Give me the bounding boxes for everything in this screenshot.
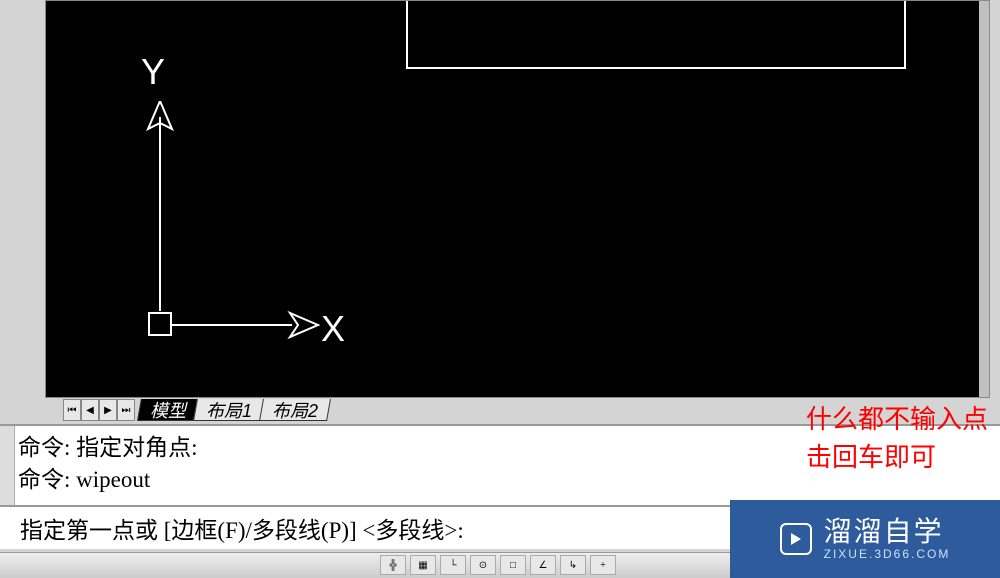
drawing-canvas[interactable]: Y X <box>45 0 990 398</box>
tab-layout2[interactable]: 布局2 <box>259 399 331 421</box>
status-grid-icon[interactable]: ▦ <box>410 555 436 575</box>
watermark-text: 溜溜自学 ZIXUE.3D66.COM <box>824 517 951 561</box>
tab-prev-button[interactable]: ◀ <box>81 399 99 421</box>
status-otrack-icon[interactable]: ∠ <box>530 555 556 575</box>
y-axis-arrowhead <box>140 101 180 131</box>
command-prefix: 命令: <box>18 435 70 460</box>
y-axis-label: Y <box>141 51 165 93</box>
status-icons-group: ╬ ▦ └ ⊙ □ ∠ ↳ + <box>380 555 616 575</box>
tab-nav-group: ⏮ ◀ ▶ ⏭ <box>63 399 135 421</box>
tab-layout2-label: 布局2 <box>272 397 318 423</box>
status-ducs-icon[interactable]: ↳ <box>560 555 586 575</box>
command-history-line: 命令: wipeout <box>18 464 990 496</box>
command-text: 指定对角点: <box>76 435 197 460</box>
tab-layout1-label: 布局1 <box>206 397 252 423</box>
tab-model-label: 模型 <box>150 397 186 423</box>
status-dyn-icon[interactable]: + <box>590 555 616 575</box>
status-osnap-icon[interactable]: □ <box>500 555 526 575</box>
x-axis-arrowhead <box>286 305 320 345</box>
y-axis-line <box>159 117 161 311</box>
watermark-play-icon <box>780 523 812 555</box>
status-bar: ╬ ▦ └ ⊙ □ ∠ ↳ + <box>0 552 730 578</box>
command-history-line: 命令: 指定对角点: <box>18 432 990 464</box>
command-text: wipeout <box>76 467 150 492</box>
status-snap-icon[interactable]: ╬ <box>380 555 406 575</box>
ucs-icon: Y X <box>106 51 346 361</box>
vertical-scrollbar[interactable] <box>979 1 989 397</box>
watermark: 溜溜自学 ZIXUE.3D66.COM <box>730 500 1000 578</box>
status-ortho-icon[interactable]: └ <box>440 555 466 575</box>
x-axis-line <box>172 324 292 326</box>
tab-layout1[interactable]: 布局1 <box>193 399 265 421</box>
tab-first-button[interactable]: ⏮ <box>63 399 81 421</box>
watermark-title: 溜溜自学 <box>824 517 951 548</box>
tab-last-button[interactable]: ⏭ <box>117 399 135 421</box>
tab-next-button[interactable]: ▶ <box>99 399 117 421</box>
drawn-rectangle <box>406 1 906 69</box>
watermark-url: ZIXUE.3D66.COM <box>824 548 951 561</box>
ucs-origin-box <box>148 312 172 336</box>
x-axis-label: X <box>321 308 345 350</box>
command-history: 命令: 指定对角点: 命令: wipeout <box>18 432 990 496</box>
command-prompt: 指定第一点或 [边框(F)/多段线(P)] <多段线>: <box>20 511 464 545</box>
layout-tabs-bar: ⏮ ◀ ▶ ⏭ 模型 布局1 布局2 <box>45 398 990 422</box>
tab-model[interactable]: 模型 <box>137 399 199 421</box>
status-polar-icon[interactable]: ⊙ <box>470 555 496 575</box>
command-prefix: 命令: <box>18 467 70 492</box>
